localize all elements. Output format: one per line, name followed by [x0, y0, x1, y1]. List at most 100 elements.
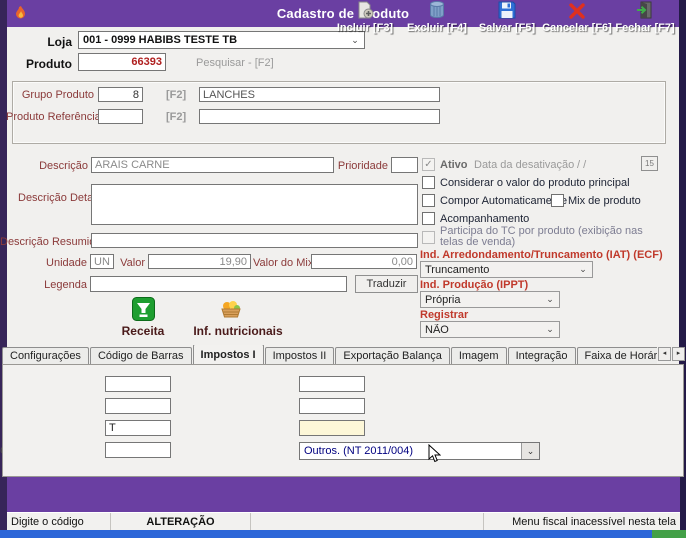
loja-select[interactable]: 001 - 0999 HABIBS TESTE TB ⌄	[78, 31, 365, 49]
unidade-label: Unidade	[46, 257, 87, 269]
pesquisar-hint: Pesquisar - [F2]	[196, 57, 274, 69]
exit-door-icon	[636, 1, 654, 22]
tab-exportacao-balanca[interactable]: Exportação Balança	[335, 347, 450, 364]
flame-icon	[15, 6, 27, 23]
ippt-selected-value: Própria	[425, 293, 461, 306]
chevron-down-icon: ⌄	[579, 264, 587, 274]
motivo-desoneracao-selected-value: Outros. (NT 2011/004)	[304, 445, 414, 457]
valor-do-mix-input[interactable]	[311, 254, 417, 269]
floppy-disk-icon	[498, 1, 516, 22]
produto-referencia-f2-hint: [F2]	[166, 111, 187, 123]
descricao-detalhada-textarea[interactable]	[91, 184, 418, 225]
action-bar	[7, 477, 680, 512]
situacao-tributaria-input[interactable]	[105, 420, 171, 436]
acompanhamento-checkbox[interactable]	[422, 212, 435, 225]
status-bar: Digite o código ALTERAÇÃO Menu fiscal in…	[7, 512, 680, 531]
incluir-button[interactable]: Incluir [F3]	[330, 1, 400, 34]
aliquota-fcp-input[interactable]	[299, 376, 365, 392]
data-desativacao-label: Data da desativação	[474, 159, 575, 171]
mix-produto-checkbox[interactable]	[551, 194, 564, 207]
tab-codigo-de-barras[interactable]: Código de Barras	[89, 347, 192, 364]
prioridade-label: Prioridade	[337, 160, 388, 172]
fruit-basket-icon[interactable]	[219, 300, 243, 321]
tab-integracao[interactable]: Integração	[507, 347, 576, 364]
participa-tc-checkbox	[422, 231, 435, 244]
grupo-produto-f2-hint: [F2]	[166, 89, 187, 101]
tab-configuracoes[interactable]: Configurações	[2, 347, 89, 364]
cancelar-button[interactable]: Cancelar [F6]	[542, 1, 612, 34]
chevron-down-icon: ⌄	[546, 294, 554, 304]
aliquota-icms-input[interactable]	[105, 376, 171, 392]
produto-referencia-code-input[interactable]	[98, 109, 143, 124]
mouse-cursor	[428, 443, 442, 466]
add-document-icon	[355, 1, 375, 22]
loja-selected-value: 001 - 0999 HABIBS TESTE TB	[83, 34, 238, 46]
status-hint: Digite o código	[7, 513, 111, 531]
legenda-label: Legenda	[44, 279, 87, 291]
chevron-down-icon: ⌄	[546, 324, 554, 334]
fechar-button[interactable]: Fechar [F7]	[610, 1, 680, 34]
acompanhamento-label: Acompanhamento	[440, 213, 530, 225]
grupo-produto-name-input[interactable]	[199, 87, 440, 102]
prioridade-input[interactable]	[391, 157, 418, 173]
descricao-resumida-input[interactable]	[91, 233, 418, 248]
tab-imagem[interactable]: Imagem	[450, 347, 507, 364]
chevron-down-icon: ⌄	[351, 34, 359, 45]
ativo-label: Ativo	[440, 159, 468, 171]
registrar-select[interactable]: NÃO ⌄	[420, 321, 560, 338]
excluir-button[interactable]: Excluir [F4]	[402, 1, 472, 34]
registrar-label: Registrar	[420, 309, 469, 321]
status-spacer	[251, 513, 484, 531]
descricao-input[interactable]	[91, 157, 334, 173]
iat-label: Ind. Arredondamento/Truncamento (IAT) (E…	[420, 249, 663, 261]
produto-code-input[interactable]	[78, 53, 166, 71]
cod-beneficio-fiscal-input[interactable]	[105, 442, 171, 458]
ippt-select[interactable]: Própria ⌄	[420, 291, 560, 308]
grupo-produto-code-input[interactable]	[98, 87, 143, 102]
considerar-label: Considerar o valor do produto principal	[440, 177, 630, 189]
taskbar-strip	[0, 530, 686, 538]
tab-impostos-1[interactable]: Impostos I	[192, 345, 264, 364]
tab-scroll-left-button[interactable]: ◂	[658, 347, 671, 361]
tab-impostos-2[interactable]: Impostos II	[264, 347, 335, 364]
cst-icms-input[interactable]	[299, 420, 365, 436]
status-mode-badge: ALTERAÇÃO	[111, 513, 251, 531]
receita-label: Receita	[121, 324, 165, 338]
inf-nutricionais-label: Inf. nutricionais	[193, 324, 283, 338]
excluir-button-label: Excluir [F4]	[407, 22, 467, 34]
participa-tc-label: Participa do TC por produto (exibição na…	[440, 225, 643, 248]
calendar-button[interactable]: 15	[641, 156, 658, 171]
mix-produto-label: Mix de produto	[568, 195, 641, 207]
incluir-button-label: Incluir [F3]	[336, 22, 394, 34]
status-fiscal-message: Menu fiscal inacessível nesta tela	[512, 516, 676, 528]
registrar-selected-value: NÃO	[425, 323, 449, 336]
valor-input[interactable]	[148, 254, 251, 269]
loja-label: Loja	[47, 35, 72, 49]
produto-referencia-name-input[interactable]	[199, 109, 440, 124]
valor-do-mix-label: Valor do Mix	[253, 257, 314, 269]
iat-selected-value: Truncamento	[425, 263, 490, 276]
recipe-icon[interactable]	[132, 297, 155, 324]
compor-checkbox[interactable]	[422, 194, 435, 207]
legenda-input[interactable]	[90, 276, 347, 292]
produto-label: Produto	[26, 57, 72, 71]
considerar-checkbox[interactable]	[422, 176, 435, 189]
descricao-label: Descrição	[39, 160, 88, 172]
taskbar-green-segment	[652, 530, 686, 538]
motivo-desoneracao-select[interactable]: Outros. (NT 2011/004) ⌄	[299, 442, 540, 460]
descricao-detalhada-label: Descrição Detalhada	[18, 192, 121, 204]
tab-faixa-de-horario[interactable]: Faixa de Horário	[576, 347, 657, 364]
cfop-input[interactable]	[105, 398, 171, 414]
tab-scroll-right-button[interactable]: ▸	[672, 347, 685, 361]
data-desativacao-value: / /	[577, 159, 587, 171]
salvar-button[interactable]: Salvar [F5]	[472, 1, 542, 34]
codigo-genero-produto-input[interactable]	[299, 398, 365, 414]
iat-select[interactable]: Truncamento ⌄	[420, 261, 593, 278]
chevron-down-icon: ⌄	[521, 443, 539, 459]
compor-label: Compor Automaticamente	[440, 195, 568, 207]
salvar-button-label: Salvar [F5]	[478, 22, 536, 34]
ativo-checkbox[interactable]: ✓	[422, 158, 435, 171]
unidade-input[interactable]	[90, 254, 114, 269]
tab-strip: Configurações Código de Barras Impostos …	[2, 345, 657, 364]
traduzir-button[interactable]: Traduzir	[355, 275, 418, 293]
